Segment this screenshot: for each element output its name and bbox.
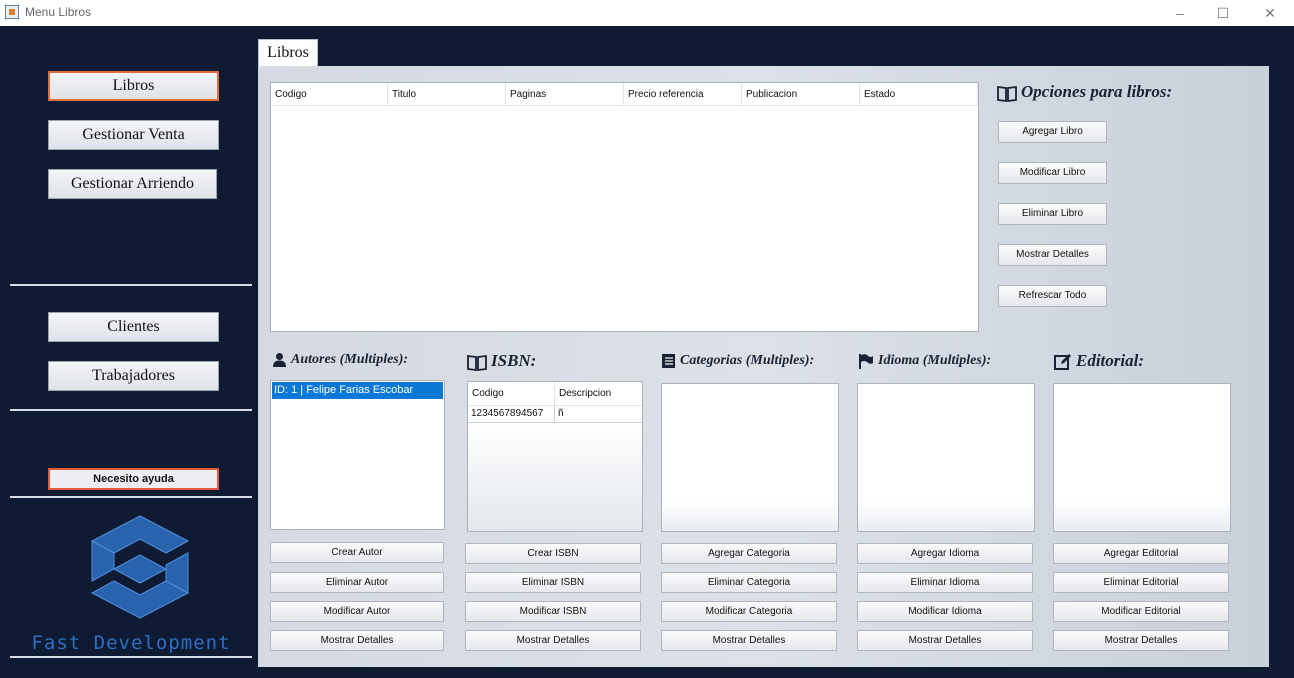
column-header-publicacion[interactable]: Publicacion bbox=[742, 83, 860, 105]
idioma-title-text: Idioma (Multiples): bbox=[878, 353, 992, 369]
isbn-table-header: Codigo Descripcion bbox=[468, 382, 642, 406]
minimize-button[interactable]: – bbox=[1160, 2, 1200, 24]
crear-isbn-button[interactable]: Crear ISBN bbox=[465, 543, 641, 564]
tab-libros[interactable]: Libros bbox=[258, 39, 318, 67]
refrescar-todo-button[interactable]: Refrescar Todo bbox=[998, 285, 1107, 307]
mostrar-detalles-idioma-button[interactable]: Mostrar Detalles bbox=[857, 630, 1033, 651]
agregar-editorial-button[interactable]: Agregar Editorial bbox=[1053, 543, 1229, 564]
eliminar-libro-button[interactable]: Eliminar Libro bbox=[998, 203, 1107, 225]
eliminar-categoria-button[interactable]: Eliminar Categoria bbox=[661, 572, 837, 593]
crear-autor-button[interactable]: Crear Autor bbox=[270, 542, 444, 563]
title-bar: Menu Libros – ☐ ✕ bbox=[0, 0, 1294, 27]
list-item[interactable]: ID: 1 | Felipe Farias Escobar bbox=[272, 382, 443, 399]
table-row[interactable]: 1234567894567 ñ bbox=[468, 406, 642, 423]
agregar-libro-button[interactable]: Agregar Libro bbox=[998, 121, 1107, 143]
user-icon bbox=[273, 353, 286, 368]
eliminar-idioma-button[interactable]: Eliminar Idioma bbox=[857, 572, 1033, 593]
column-header-codigo[interactable]: Codigo bbox=[468, 382, 555, 405]
isbn-table[interactable]: Codigo Descripcion 1234567894567 ñ bbox=[467, 381, 643, 532]
java-app-icon bbox=[5, 5, 19, 19]
window-title: Menu Libros bbox=[25, 5, 92, 19]
mostrar-detalles-isbn-button[interactable]: Mostrar Detalles bbox=[465, 630, 641, 651]
idioma-list[interactable] bbox=[857, 383, 1035, 532]
column-header-descripcion[interactable]: Descripcion bbox=[555, 382, 643, 405]
autores-title-text: Autores (Multiples): bbox=[291, 352, 409, 367]
editorial-title-text: Editorial: bbox=[1076, 351, 1145, 370]
autores-title: Autores (Multiples): bbox=[272, 352, 408, 368]
categorias-title-text: Categorias (Multiples): bbox=[680, 353, 815, 369]
editorial-title: Editorial: bbox=[1054, 351, 1144, 371]
books-table[interactable]: Codigo Titulo Paginas Precio referencia … bbox=[270, 82, 979, 332]
categorias-list[interactable] bbox=[661, 383, 839, 532]
mostrar-detalles-autor-button[interactable]: Mostrar Detalles bbox=[270, 630, 444, 651]
isbn-title: ISBN: bbox=[467, 351, 536, 371]
modificar-autor-button[interactable]: Modificar Autor bbox=[270, 601, 444, 622]
eliminar-isbn-button[interactable]: Eliminar ISBN bbox=[465, 572, 641, 593]
sidebar-item-gestionar-arriendo[interactable]: Gestionar Arriendo bbox=[48, 169, 217, 199]
fast-development-logo bbox=[90, 515, 190, 619]
sidebar-divider bbox=[10, 284, 252, 286]
book-icon bbox=[467, 354, 487, 371]
agregar-idioma-button[interactable]: Agregar Idioma bbox=[857, 543, 1033, 564]
options-title: Opciones para libros: bbox=[997, 82, 1172, 102]
editorial-list[interactable] bbox=[1053, 383, 1231, 532]
isbn-descripcion-cell: ñ bbox=[558, 408, 564, 419]
mostrar-detalles-categoria-button[interactable]: Mostrar Detalles bbox=[661, 630, 837, 651]
maximize-button[interactable]: ☐ bbox=[1203, 2, 1243, 24]
close-button[interactable]: ✕ bbox=[1250, 2, 1290, 24]
sidebar-item-gestionar-venta[interactable]: Gestionar Venta bbox=[48, 120, 219, 150]
column-header-estado[interactable]: Estado bbox=[860, 83, 978, 105]
sidebar-item-clientes[interactable]: Clientes bbox=[48, 312, 219, 342]
column-header-titulo[interactable]: Titulo bbox=[388, 83, 506, 105]
eliminar-autor-button[interactable]: Eliminar Autor bbox=[270, 572, 444, 593]
column-header-paginas[interactable]: Paginas bbox=[506, 83, 624, 105]
edit-icon bbox=[1054, 354, 1071, 371]
sidebar-item-trabajadores[interactable]: Trabajadores bbox=[48, 361, 219, 391]
flag-icon bbox=[859, 354, 873, 369]
isbn-title-text: ISBN: bbox=[491, 351, 537, 370]
modificar-libro-button[interactable]: Modificar Libro bbox=[998, 162, 1107, 184]
modificar-idioma-button[interactable]: Modificar Idioma bbox=[857, 601, 1033, 622]
column-header-precio-referencia[interactable]: Precio referencia bbox=[624, 83, 742, 105]
modificar-categoria-button[interactable]: Modificar Categoria bbox=[661, 601, 837, 622]
list-icon bbox=[662, 354, 675, 368]
sidebar-divider bbox=[10, 496, 252, 498]
agregar-categoria-button[interactable]: Agregar Categoria bbox=[661, 543, 837, 564]
sidebar-item-libros[interactable]: Libros bbox=[48, 71, 219, 101]
book-icon bbox=[997, 85, 1017, 102]
autores-list[interactable]: ID: 1 | Felipe Farias Escobar bbox=[270, 380, 445, 530]
isbn-codigo-cell: 1234567894567 bbox=[468, 406, 555, 421]
eliminar-editorial-button[interactable]: Eliminar Editorial bbox=[1053, 572, 1229, 593]
sidebar-divider bbox=[10, 409, 252, 411]
idioma-title: Idioma (Multiples): bbox=[858, 353, 991, 369]
mostrar-detalles-editorial-button[interactable]: Mostrar Detalles bbox=[1053, 630, 1229, 651]
categorias-title: Categorias (Multiples): bbox=[661, 353, 814, 369]
brand-name: Fast Development bbox=[31, 632, 231, 654]
column-header-codigo[interactable]: Codigo bbox=[271, 83, 388, 105]
help-button[interactable]: Necesito ayuda bbox=[48, 468, 219, 490]
books-table-header: Codigo Titulo Paginas Precio referencia … bbox=[271, 83, 978, 106]
mostrar-detalles-libro-button[interactable]: Mostrar Detalles bbox=[998, 244, 1107, 266]
sidebar-divider bbox=[10, 656, 252, 658]
modificar-isbn-button[interactable]: Modificar ISBN bbox=[465, 601, 641, 622]
modificar-editorial-button[interactable]: Modificar Editorial bbox=[1053, 601, 1229, 622]
options-title-text: Opciones para libros: bbox=[1021, 82, 1173, 101]
